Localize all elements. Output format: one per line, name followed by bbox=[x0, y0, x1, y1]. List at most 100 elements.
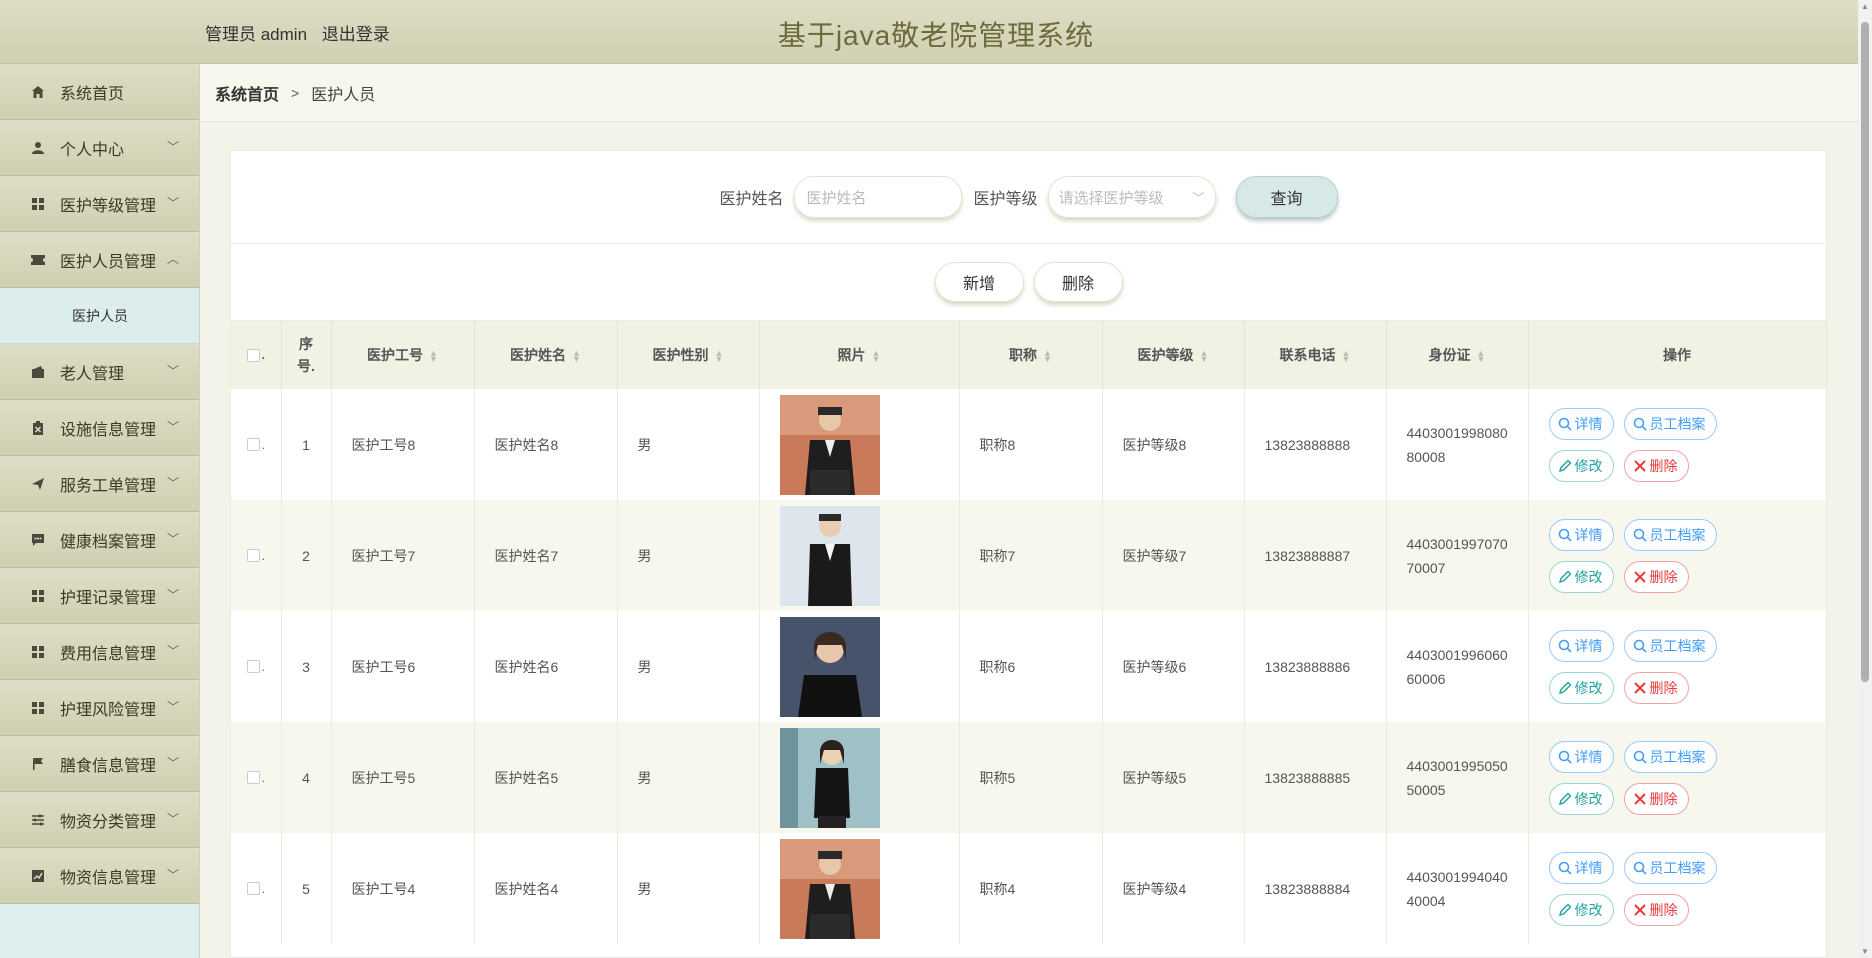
sidebar-item-care-risk[interactable]: 护理风险管理 ﹀ bbox=[0, 680, 199, 736]
sort-icon[interactable]: ▲ ▼ bbox=[1200, 349, 1209, 364]
chevron-down-icon: ﹀ bbox=[166, 476, 179, 490]
header-idcard[interactable]: 身份证 ▲ ▼ bbox=[1386, 321, 1529, 389]
edit-button[interactable]: 修改 bbox=[1548, 560, 1614, 593]
name-search-input[interactable]: 医护姓名 bbox=[793, 176, 962, 218]
detail-button[interactable]: 详情 bbox=[1548, 851, 1614, 884]
sidebar-item-health-record[interactable]: 健康档案管理 ﹀ bbox=[0, 512, 199, 568]
row-checkbox[interactable]: . bbox=[231, 611, 282, 722]
sidebar-item-meal[interactable]: 膳食信息管理 ﹀ bbox=[0, 736, 199, 792]
sort-icon[interactable]: ▲ ▼ bbox=[572, 349, 581, 364]
header-label: 医护性别 bbox=[652, 347, 709, 363]
level-select[interactable]: 请选择医护等级 ﹀ bbox=[1047, 176, 1216, 218]
edit-button[interactable]: 修改 bbox=[1548, 449, 1614, 482]
sidebar-item-care-record[interactable]: 护理记录管理 ﹀ bbox=[0, 568, 199, 624]
row-checkbox[interactable]: . bbox=[231, 722, 282, 833]
sort-icon[interactable]: ▲ ▼ bbox=[1477, 349, 1486, 364]
chat-icon bbox=[30, 532, 46, 548]
batch-delete-button[interactable]: 删除 bbox=[1033, 262, 1123, 302]
top-header: 管理员 admin 退出登录 基于java敬老院管理系统 bbox=[0, 0, 1858, 64]
edit-button[interactable]: 修改 bbox=[1548, 671, 1614, 704]
scroll-up-arrow-icon[interactable]: ▲ bbox=[1861, 2, 1869, 11]
detail-label: 详情 bbox=[1574, 859, 1603, 876]
sidebar-item-facility[interactable]: 设施信息管理 ﹀ bbox=[0, 400, 199, 456]
detail-button[interactable]: 详情 bbox=[1548, 407, 1614, 440]
header-photo[interactable]: 照片 ▲ ▼ bbox=[759, 321, 960, 389]
row-title: 职称5 bbox=[959, 722, 1103, 833]
archive-label: 员工档案 bbox=[1649, 859, 1706, 876]
grid-icon bbox=[30, 644, 46, 660]
sort-icon[interactable]: ▲ ▼ bbox=[1342, 349, 1351, 364]
chart-icon bbox=[30, 868, 46, 884]
row-idcard: 440300199808080008 bbox=[1406, 424, 1508, 465]
sidebar-item-label: 护理风险管理 bbox=[60, 701, 157, 719]
add-button[interactable]: 新增 bbox=[934, 262, 1024, 302]
flag-icon bbox=[30, 756, 46, 772]
scroll-down-arrow-icon[interactable]: ▼ bbox=[1861, 947, 1869, 956]
sidebar-item-elderly[interactable]: 老人管理 ﹀ bbox=[0, 344, 199, 400]
row-checkbox[interactable]: . bbox=[231, 833, 282, 944]
staff-photo[interactable] bbox=[779, 727, 880, 828]
page-scrollbar[interactable]: ▲ ▼ bbox=[1858, 0, 1872, 958]
sidebar-item-label: 膳食信息管理 bbox=[60, 757, 157, 775]
scrollbar-thumb[interactable] bbox=[1861, 22, 1869, 682]
sort-icon[interactable]: ▲ ▼ bbox=[715, 349, 724, 364]
detail-button[interactable]: 详情 bbox=[1548, 518, 1614, 551]
sidebar-item-personal[interactable]: 个人中心 ﹀ bbox=[0, 120, 199, 176]
row-ops: 详情 员工档案修改 删除 bbox=[1528, 389, 1827, 500]
staff-photo[interactable] bbox=[779, 394, 880, 495]
sidebar-item-fee[interactable]: 费用信息管理 ﹀ bbox=[0, 624, 199, 680]
archive-button[interactable]: 员工档案 bbox=[1623, 851, 1717, 884]
sidebar-subitem-staff[interactable]: 医护人员 bbox=[0, 288, 199, 344]
query-button[interactable]: 查询 bbox=[1235, 176, 1338, 218]
header-name[interactable]: 医护姓名 ▲ ▼ bbox=[474, 321, 618, 389]
edit-button[interactable]: 修改 bbox=[1548, 782, 1614, 815]
delete-label: 删除 bbox=[1649, 457, 1678, 474]
row-checkbox[interactable]: . bbox=[231, 389, 282, 500]
header-level[interactable]: 医护等级 ▲ ▼ bbox=[1102, 321, 1245, 389]
sidebar-item-label: 老人管理 bbox=[60, 365, 125, 383]
table-row: . 1 医护工号8 医护姓名8 男 职称8 医护等级8 13823888888 44030019… bbox=[231, 389, 1827, 500]
delete-button[interactable]: 删除 bbox=[1623, 893, 1689, 926]
detail-button[interactable]: 详情 bbox=[1548, 629, 1614, 662]
delete-button[interactable]: 删除 bbox=[1623, 449, 1689, 482]
archive-button[interactable]: 员工档案 bbox=[1623, 740, 1717, 773]
sidebar: 系统首页 个人中心 ﹀ 医护等级管理 ﹀ 医护人员管理 ︿ 医护人员 老人管理 … bbox=[0, 64, 200, 958]
send-icon bbox=[30, 476, 46, 492]
staff-photo[interactable] bbox=[779, 505, 880, 606]
row-title: 职称6 bbox=[959, 611, 1103, 722]
staff-table: . 序号. 医护工号 ▲ ▼ 医护姓名 ▲ ▼ 医护性别 ▲ ▼ 照片 ▲ ▼ 职称 ▲ ▼ 医护等… bbox=[231, 321, 1827, 944]
sidebar-item-supply-info[interactable]: 物资信息管理 ﹀ bbox=[0, 848, 199, 904]
staff-photo[interactable] bbox=[779, 616, 880, 717]
sidebar-item-service-order[interactable]: 服务工单管理 ﹀ bbox=[0, 456, 199, 512]
row-gender: 男 bbox=[617, 389, 760, 500]
sort-icon[interactable]: ▲ ▼ bbox=[872, 349, 881, 364]
row-level: 医护等级8 bbox=[1102, 389, 1245, 500]
archive-button[interactable]: 员工档案 bbox=[1623, 407, 1717, 440]
archive-button[interactable]: 员工档案 bbox=[1623, 518, 1717, 551]
header-title[interactable]: 职称 ▲ ▼ bbox=[959, 321, 1103, 389]
delete-button[interactable]: 删除 bbox=[1623, 671, 1689, 704]
chevron-down-icon: ﹀ bbox=[166, 196, 179, 210]
sidebar-item-staff[interactable]: 医护人员管理 ︿ bbox=[0, 232, 199, 288]
detail-label: 详情 bbox=[1574, 748, 1603, 765]
close-icon bbox=[1633, 459, 1650, 473]
select-all-checkbox[interactable]: . bbox=[231, 321, 282, 389]
sidebar-item-home[interactable]: 系统首页 bbox=[0, 64, 199, 120]
sidebar-item-staff-level[interactable]: 医护等级管理 ﹀ bbox=[0, 176, 199, 232]
archive-button[interactable]: 员工档案 bbox=[1623, 629, 1717, 662]
breadcrumb-home[interactable]: 系统首页 bbox=[215, 81, 279, 105]
sort-icon[interactable]: ▲ ▼ bbox=[429, 349, 438, 364]
header-gender[interactable]: 医护性别 ▲ ▼ bbox=[617, 321, 760, 389]
edit-button[interactable]: 修改 bbox=[1548, 893, 1614, 926]
staff-photo[interactable] bbox=[779, 838, 880, 939]
sidebar-item-supply-category[interactable]: 物资分类管理 ﹀ bbox=[0, 792, 199, 848]
row-checkbox[interactable]: . bbox=[231, 500, 282, 611]
detail-button[interactable]: 详情 bbox=[1548, 740, 1614, 773]
delete-button[interactable]: 删除 bbox=[1623, 782, 1689, 815]
sort-icon[interactable]: ▲ ▼ bbox=[1043, 349, 1052, 364]
delete-button[interactable]: 删除 bbox=[1623, 560, 1689, 593]
header-phone[interactable]: 联系电话 ▲ ▼ bbox=[1244, 321, 1387, 389]
edit-label: 修改 bbox=[1574, 457, 1603, 474]
header-staff-no[interactable]: 医护工号 ▲ ▼ bbox=[331, 321, 475, 389]
row-idcard: 440300199606060006 bbox=[1406, 646, 1508, 687]
